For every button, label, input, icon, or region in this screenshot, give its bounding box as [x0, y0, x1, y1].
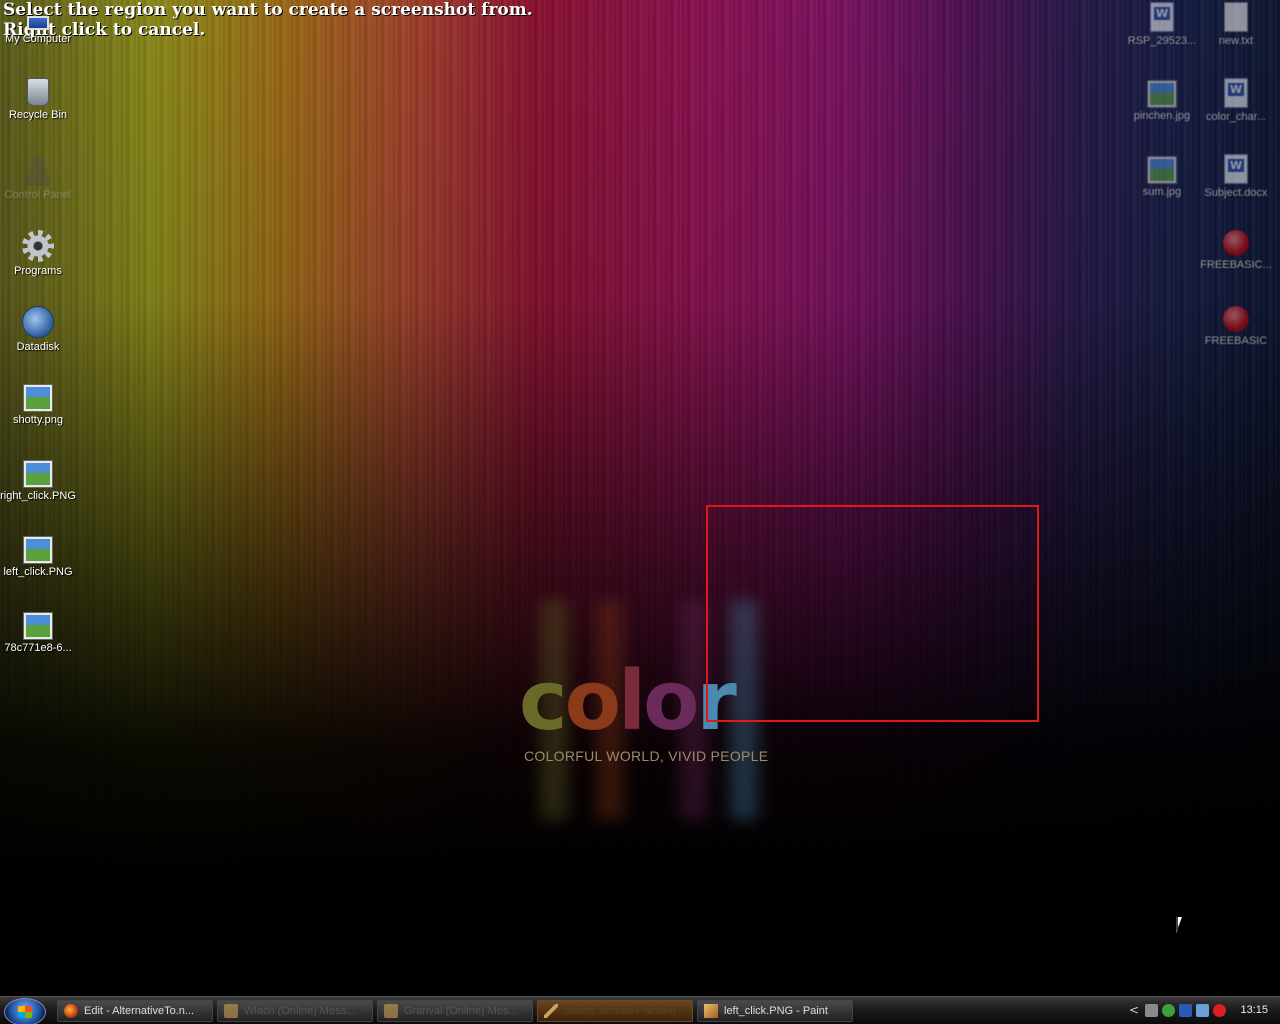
desktop-icon-freebasic-2[interactable]: FREEBASIC: [1198, 306, 1274, 347]
desktop-icon-datadisk[interactable]: Datadisk: [0, 306, 76, 353]
logo-letter: o: [564, 654, 621, 749]
desktop-icon-78c771e8[interactable]: 78c771e8-6...: [0, 610, 76, 654]
ruby-icon: [1223, 230, 1249, 256]
image-file-icon: [1148, 81, 1176, 107]
logo-letter: c: [519, 654, 568, 749]
taskbar: Edit - AlternativeTo.n... Wlach (Online)…: [0, 996, 1280, 1024]
taskbar-button-label: Granval (Online) Mes...: [404, 1005, 518, 1017]
taskbar-button-label: left_click.PNG - Paint: [724, 1005, 828, 1017]
desktop-icon-recycle-bin[interactable]: Recycle Bin: [0, 78, 76, 121]
desktop-icon-sum-jpg[interactable]: sum.jpg: [1124, 154, 1200, 198]
selection-rectangle[interactable]: [706, 505, 1039, 722]
disk-icon: [22, 306, 54, 338]
desktop-icon-shotty-png[interactable]: shotty.png: [0, 382, 76, 426]
desktop-icon-subject-docx[interactable]: Subject.docx: [1198, 154, 1274, 199]
logo-letter: l: [617, 654, 646, 749]
desktop-icon-label: shotty.png: [13, 414, 63, 426]
desktop-icon-label: FREEBASIC: [1204, 335, 1268, 347]
dropbox-icon[interactable]: [1196, 1004, 1209, 1017]
image-file-icon: [24, 613, 52, 639]
word-document-icon: [1224, 78, 1248, 108]
desktop-icon-label: 78c771e8-6...: [4, 642, 72, 654]
antivirus-icon[interactable]: [1213, 1004, 1226, 1017]
taskbar-button-paint[interactable]: left_click.PNG - Paint: [697, 1000, 853, 1022]
desktop-icon-control-panel[interactable]: Control Panel: [0, 154, 76, 201]
desktop-icon-rsp-doc[interactable]: RSP_29523...: [1124, 2, 1200, 47]
image-file-icon: [1148, 157, 1176, 183]
user-icon: [22, 154, 54, 186]
desktop-icon-label: Subject.docx: [1204, 187, 1268, 199]
text-file-icon: [1224, 2, 1248, 32]
taskbar-button-label: Wlach (Online) Mess...: [244, 1005, 356, 1017]
shield-icon[interactable]: [1162, 1004, 1175, 1017]
taskbar-button-chat-1[interactable]: Wlach (Online) Mess...: [217, 1000, 373, 1022]
system-tray: < 13:15: [1125, 997, 1280, 1024]
desktop-icon-label: pinchen.jpg: [1133, 110, 1191, 122]
taskbar-button-chat-2[interactable]: Granval (Online) Mes...: [377, 1000, 533, 1022]
desktop-icon-new-txt[interactable]: new.txt: [1198, 2, 1274, 47]
desktop-icon-label: My Computer: [4, 33, 72, 45]
desktop-icon-label: RSP_29523...: [1127, 35, 1197, 47]
computer-icon: [27, 16, 49, 30]
desktop-icon-programs[interactable]: Programs: [0, 230, 76, 277]
desktop-icon-left-click-png[interactable]: left_click.PNG: [0, 534, 76, 578]
image-file-icon: [24, 537, 52, 563]
chat-icon: [224, 1004, 238, 1018]
ruby-icon: [1223, 306, 1249, 332]
desktop-icon-label: sum.jpg: [1142, 186, 1182, 198]
desktop-icon-label: Control Panel: [4, 189, 72, 201]
word-document-icon: [1224, 154, 1248, 184]
desktop-icon-label: left_click.PNG: [3, 566, 73, 578]
taskbar-button-shotty[interactable]: Shotty Screen Painting: [537, 1000, 693, 1022]
clock[interactable]: 13:15: [1240, 1004, 1268, 1016]
tray-expand-icon[interactable]: <: [1129, 1003, 1139, 1017]
screenshot-instruction: Select the region you want to create a s…: [3, 0, 533, 40]
taskbar-button-label: Edit - AlternativeTo.n...: [84, 1005, 195, 1017]
desktop-icon-color-char[interactable]: color_char...: [1198, 78, 1274, 123]
instruction-line-1: Select the region you want to create a s…: [3, 0, 533, 20]
desktop-icon-right-click-png[interactable]: right_click.PNG: [0, 458, 76, 502]
desktop-icon-label: Datadisk: [16, 341, 60, 353]
bluetooth-icon[interactable]: [1179, 1004, 1192, 1017]
wallpaper-tagline: COLORFUL WORLD, VIVID PEOPLE: [524, 748, 769, 764]
desktop-icon-label: color_char...: [1206, 111, 1266, 123]
logo-letter: o: [643, 654, 699, 749]
image-file-icon: [24, 385, 52, 411]
firefox-icon: [64, 1004, 78, 1018]
desktop-icon-label: new.txt: [1218, 35, 1254, 47]
chat-icon: [384, 1004, 398, 1018]
desktop[interactable]: Select the region you want to create a s…: [0, 0, 1280, 996]
paint-icon: [704, 1004, 718, 1018]
taskbar-button-firefox[interactable]: Edit - AlternativeTo.n...: [57, 1000, 213, 1022]
instruction-line-2: Right click to cancel.: [3, 20, 206, 40]
gear-icon: [22, 230, 54, 262]
desktop-icon-pinchen-jpg[interactable]: pinchen.jpg: [1124, 78, 1200, 122]
mouse-cursor-icon: [1176, 917, 1188, 933]
brush-icon: [544, 1004, 558, 1018]
desktop-icon-label: FREEBASIC...: [1200, 259, 1272, 271]
desktop-icon-label: Programs: [14, 265, 62, 277]
desktop-icon-label: Recycle Bin: [8, 109, 68, 121]
desktop-icon-freebasic-1[interactable]: FREEBASIC...: [1198, 230, 1274, 271]
desktop-icon-label: right_click.PNG: [0, 490, 76, 502]
start-button[interactable]: [4, 998, 46, 1024]
network-icon[interactable]: [1145, 1004, 1158, 1017]
recycle-bin-icon: [27, 78, 49, 106]
word-document-icon: [1150, 2, 1174, 32]
desktop-icon-my-computer[interactable]: My Computer: [0, 16, 76, 45]
taskbar-button-label: Shotty Screen Painting: [564, 1005, 676, 1017]
image-file-icon: [24, 461, 52, 487]
